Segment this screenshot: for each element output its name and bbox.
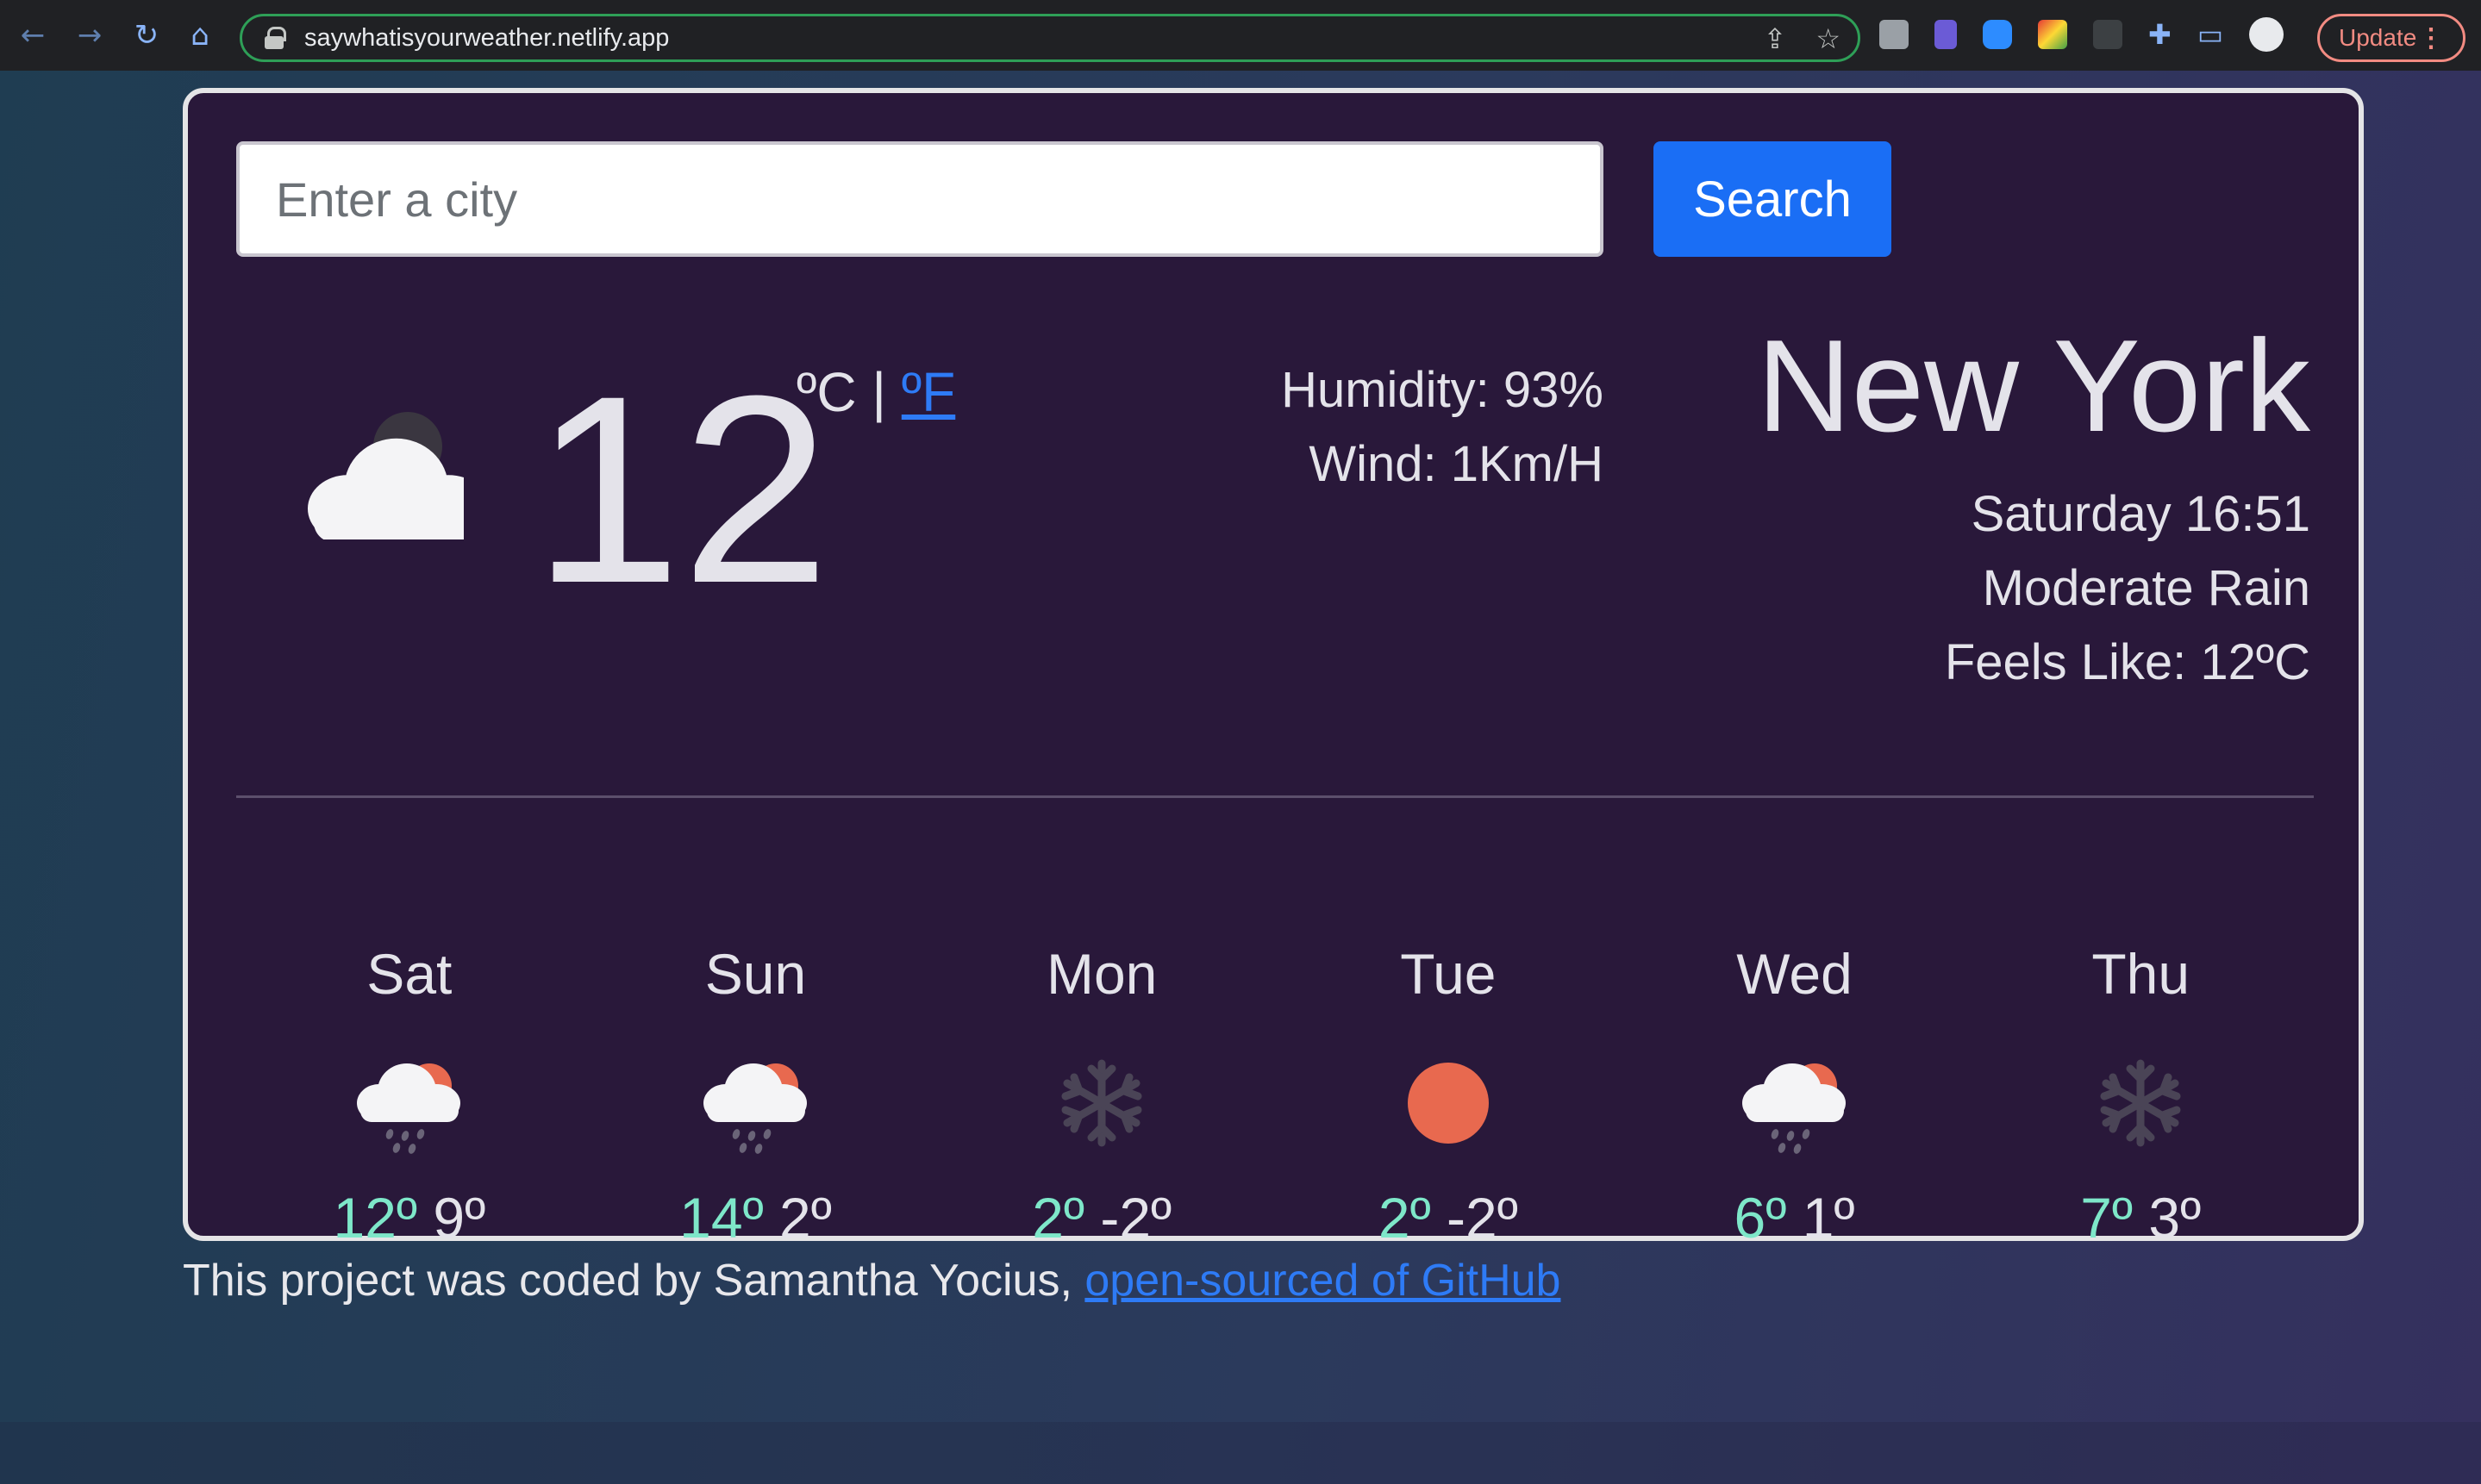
divider [236,795,2314,798]
browser-toolbar: ← → ↻ ⌂ saywhatisyourweather.netlify.app… [0,0,2481,71]
current-temperature: 12 [533,340,830,639]
url-text[interactable]: saywhatisyourweather.netlify.app [304,24,669,53]
forecast-max: 2º [1032,1186,1085,1250]
page-bottom [0,1422,2481,1484]
forecast-day-name: Mon [1046,942,1158,1006]
update-button[interactable]: Update ⋮ [2317,14,2465,62]
forecast-day-name: Sat [366,942,453,1006]
extension-icon[interactable] [1879,20,1909,49]
unit-separator: | [872,361,886,423]
address-bar[interactable]: saywhatisyourweather.netlify.app ⇪ ☆ [240,14,1860,62]
weather-description: Moderate Rain [1982,560,2310,616]
sun-icon [1407,1063,1489,1144]
search-button[interactable]: Search [1653,141,1891,257]
forecast-min: 3º [2148,1186,2202,1250]
forecast-day-name: Sun [704,942,807,1006]
forecast-max: 2º [1378,1186,1431,1250]
feels-like: Feels Like: 12ºC [1944,634,2310,690]
forecast-max: 14º [679,1186,764,1250]
city-name: New York [1756,313,2310,459]
star-icon[interactable]: ☆ [1815,23,1840,54]
github-link[interactable]: open-sourced of GitHub [1084,1256,1560,1306]
forecast-max: 6º [1734,1186,1787,1250]
more-icon[interactable]: ⋮ [2418,23,2444,53]
rain-cloud-sun-icon [1739,1063,1851,1155]
forecast-day: Wed 6º 1º [1622,942,1968,1252]
profile-icon[interactable] [2249,17,2284,52]
footer: This project was coded by Samantha Yociu… [183,1255,1560,1306]
home-icon[interactable]: ⌂ [179,15,221,56]
forecast-day-name: Tue [1400,942,1497,1006]
back-icon[interactable]: ← [12,15,53,56]
weather-meta: Saturday 16:51 Moderate Rain Feels Like:… [1945,477,2310,700]
rain-cloud-night-icon [291,412,464,539]
forecast-day: Sun 14º 2º [583,942,929,1252]
reload-icon[interactable]: ↻ [126,15,167,56]
rain-cloud-sun-icon [353,1063,466,1155]
forecast-min: 1º [1802,1186,1855,1250]
extensions-icon[interactable]: ✚ [2148,19,2172,50]
humidity: Humidity: 93% [1281,362,1603,418]
forecast-min: 9º [433,1186,486,1250]
weather-card: Search 12 ºC | ºF Humidity: 93% Wind: 1K… [183,88,2364,1250]
forecast-min: -2º [1100,1186,1172,1250]
cast-icon[interactable]: ▭ [2197,19,2223,50]
forecast-day: Mon 2º -2º [928,942,1275,1252]
forecast-max: 12º [333,1186,418,1250]
date-time: Saturday 16:51 [1971,486,2310,542]
city-search-input[interactable] [236,141,1603,257]
forecast-min: 2º [779,1186,832,1250]
forecast-day: Sat 12º 9º [236,942,583,1252]
forecast-max: 7º [2080,1186,2134,1250]
color-extension-icon[interactable] [2038,20,2067,49]
wind: Wind: 1Km/H [1309,436,1603,492]
update-label: Update [2339,24,2417,51]
unit-toggle: ºC | ºF [797,360,955,424]
share-icon[interactable]: ⇪ [1764,23,1787,54]
extension-pen-icon[interactable] [1934,20,1957,49]
weather-details: Humidity: 93% Wind: 1Km/H [1281,353,1603,502]
forecast: Sat 12º 9º Sun 14º 2º Mon 2º -2º Tue 2º … [236,942,2314,1252]
lock-icon[interactable] [265,27,286,49]
footer-text: This project was coded by Samantha Yociu… [183,1256,1085,1306]
forward-icon[interactable]: → [69,15,110,56]
forecast-min: -2º [1447,1186,1518,1250]
forecast-day: Tue 2º -2º [1275,942,1622,1252]
forecast-day-name: Wed [1736,942,1853,1006]
zoom-extension-icon[interactable] [1983,20,2012,49]
fahrenheit-link[interactable]: ºF [902,361,955,423]
extension-dim-icon[interactable] [2093,20,2122,49]
snowflake-icon [1046,1051,1158,1155]
forecast-day: Thu 7º 3º [1967,942,2314,1252]
snowflake-icon [2084,1051,2197,1155]
rain-cloud-sun-icon [700,1063,812,1155]
forecast-day-name: Thu [2091,942,2190,1006]
celsius-unit: ºC [797,361,857,423]
